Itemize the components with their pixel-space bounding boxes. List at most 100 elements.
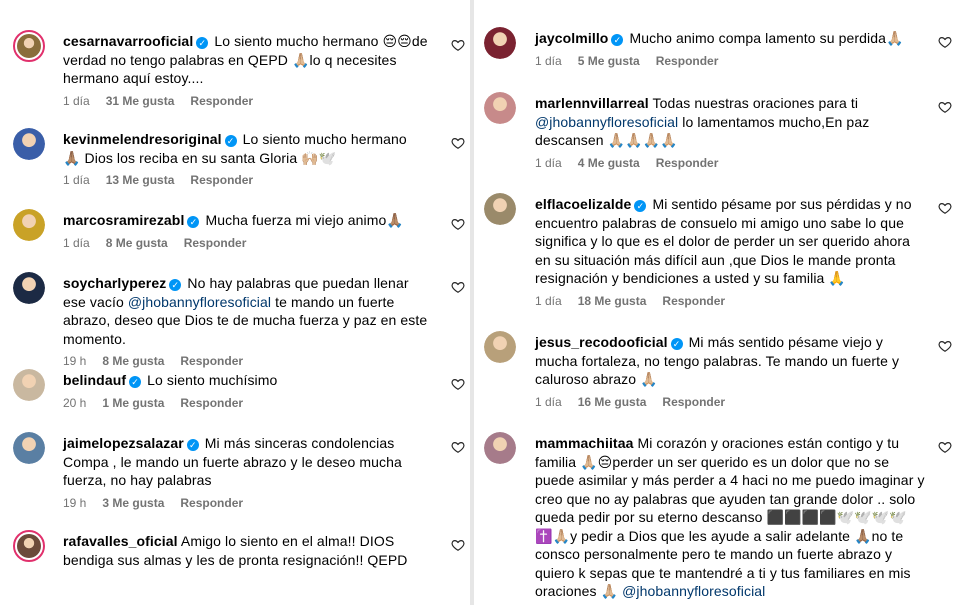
avatar-image <box>13 209 45 241</box>
mention-link[interactable]: @jhobannyfloresoficial <box>535 114 678 130</box>
reply-button[interactable]: Responder <box>656 54 719 68</box>
comment-meta: 1 día 16 Me gusta Responder <box>535 395 741 409</box>
comment-meta: 19 h 3 Me gusta Responder <box>63 496 259 510</box>
user-avatar[interactable] <box>484 432 516 464</box>
comment-meta: 20 h 1 Me gusta Responder <box>63 396 259 410</box>
verified-badge-icon: ✓ <box>670 338 683 350</box>
like-heart-icon[interactable] <box>451 217 465 231</box>
reply-button[interactable]: Responder <box>656 156 719 170</box>
like-heart-icon[interactable] <box>938 339 952 353</box>
user-avatar[interactable] <box>484 92 516 124</box>
avatar-image <box>484 92 516 124</box>
comment-body: kevinmelendresoriginal ✓ Lo siento mucho … <box>63 130 428 167</box>
comment-username[interactable]: cesarnavarrooficial <box>63 33 193 49</box>
verified-badge-icon: ✓ <box>224 135 237 147</box>
like-heart-icon[interactable] <box>451 136 465 150</box>
comment-time: 1 día <box>63 236 90 250</box>
comment-username[interactable]: rafavalles_oficial <box>63 533 178 549</box>
comments-column-left: cesarnavarrooficial ✓ Lo siento mucho her… <box>0 0 470 605</box>
user-avatar[interactable] <box>13 30 45 62</box>
avatar-image <box>13 128 45 160</box>
avatar-image <box>13 369 45 401</box>
comment-username[interactable]: mammachiitaa <box>535 435 633 451</box>
user-avatar[interactable] <box>13 272 45 304</box>
likes-count[interactable]: 1 Me gusta <box>102 396 164 410</box>
likes-count[interactable]: 3 Me gusta <box>102 496 164 510</box>
avatar-image <box>13 272 45 304</box>
likes-count[interactable]: 13 Me gusta <box>106 173 175 187</box>
like-heart-icon[interactable] <box>451 538 465 552</box>
comment-username[interactable]: jaimelopezsalazar <box>63 435 184 451</box>
comment-meta: 1 día 18 Me gusta Responder <box>535 294 741 308</box>
comment-time: 1 día <box>535 54 562 68</box>
reply-button[interactable]: Responder <box>184 236 247 250</box>
comment-text: Lo siento muchísimo <box>147 372 278 388</box>
user-avatar[interactable] <box>13 432 45 464</box>
comment-meta: 1 día 31 Me gusta Responder <box>63 94 269 108</box>
comment-body: belindauf ✓ Lo siento muchísimo <box>63 371 428 390</box>
reply-button[interactable]: Responder <box>662 294 725 308</box>
like-heart-icon[interactable] <box>938 35 952 49</box>
like-heart-icon[interactable] <box>938 201 952 215</box>
comment-body: jaycolmillo ✓ Mucho animo compa lamento s… <box>535 29 925 48</box>
like-heart-icon[interactable] <box>938 440 952 454</box>
comment-username[interactable]: kevinmelendresoriginal <box>63 131 222 147</box>
user-avatar[interactable] <box>13 530 45 562</box>
verified-badge-icon: ✓ <box>611 34 624 46</box>
likes-count[interactable]: 5 Me gusta <box>578 54 640 68</box>
like-heart-icon[interactable] <box>451 440 465 454</box>
comment-time: 19 h <box>63 496 87 510</box>
comment-body: marcosramirezabl ✓ Mucha fuerza mi viejo … <box>63 211 428 230</box>
like-heart-icon[interactable] <box>938 100 952 114</box>
comment-meta: 1 día 8 Me gusta Responder <box>63 236 262 250</box>
reply-button[interactable]: Responder <box>190 173 253 187</box>
comment-username[interactable]: soycharlyperez <box>63 275 166 291</box>
reply-button[interactable]: Responder <box>180 354 243 368</box>
like-heart-icon[interactable] <box>451 38 465 52</box>
user-avatar[interactable] <box>484 331 516 363</box>
mention-link[interactable]: @jhobannyfloresoficial <box>128 294 271 310</box>
verified-badge-icon: ✓ <box>634 200 647 212</box>
avatar-image <box>17 534 41 558</box>
comment-time: 20 h <box>63 396 87 410</box>
avatar-image <box>13 432 45 464</box>
comment-username[interactable]: marlennvillarreal <box>535 95 649 111</box>
mention-link[interactable]: @jhobannyfloresoficial <box>622 583 765 599</box>
reply-button[interactable]: Responder <box>662 395 725 409</box>
avatar-image <box>484 331 516 363</box>
comment-username[interactable]: jaycolmillo <box>535 30 608 46</box>
user-avatar[interactable] <box>13 128 45 160</box>
likes-count[interactable]: 31 Me gusta <box>106 94 175 108</box>
comment-username[interactable]: elflacoelizalde <box>535 196 631 212</box>
likes-count[interactable]: 4 Me gusta <box>578 156 640 170</box>
comment-body: marlennvillarreal Todas nuestras oracion… <box>535 94 925 150</box>
like-heart-icon[interactable] <box>451 280 465 294</box>
comment-username[interactable]: marcosramirezabl <box>63 212 184 228</box>
comment-body: jaimelopezsalazar ✓ Mi más sinceras condo… <box>63 434 428 490</box>
user-avatar[interactable] <box>13 369 45 401</box>
likes-count[interactable]: 18 Me gusta <box>578 294 647 308</box>
reply-button[interactable]: Responder <box>190 94 253 108</box>
user-avatar[interactable] <box>13 209 45 241</box>
likes-count[interactable]: 16 Me gusta <box>578 395 647 409</box>
comment-body: elflacoelizalde ✓ Mi sentido pésame por s… <box>535 195 925 288</box>
reply-button[interactable]: Responder <box>180 396 243 410</box>
comment-username[interactable]: jesus_recodooficial <box>535 334 668 350</box>
comment-time: 19 h <box>63 354 87 368</box>
user-avatar[interactable] <box>484 27 516 59</box>
reply-button[interactable]: Responder <box>180 496 243 510</box>
comment-body: rafavalles_oficial Amigo lo siento en el… <box>63 532 428 569</box>
comment-time: 1 día <box>63 94 90 108</box>
likes-count[interactable]: 8 Me gusta <box>102 354 164 368</box>
user-avatar[interactable] <box>484 193 516 225</box>
comment-text: Mucho animo compa lamento su perdida🙏🏼 <box>629 30 904 46</box>
avatar-image <box>17 34 41 58</box>
likes-count[interactable]: 8 Me gusta <box>106 236 168 250</box>
like-heart-icon[interactable] <box>451 377 465 391</box>
avatar-image <box>484 432 516 464</box>
comment-text: Mi corazón y oraciones están contigo y t… <box>535 435 925 599</box>
comment-username[interactable]: belindauf <box>63 372 126 388</box>
comments-column-right: jaycolmillo ✓ Mucho animo compa lamento s… <box>474 0 960 605</box>
comment-body: cesarnavarrooficial ✓ Lo siento mucho her… <box>63 32 428 88</box>
comment-meta: 1 día 5 Me gusta Responder <box>535 54 734 68</box>
